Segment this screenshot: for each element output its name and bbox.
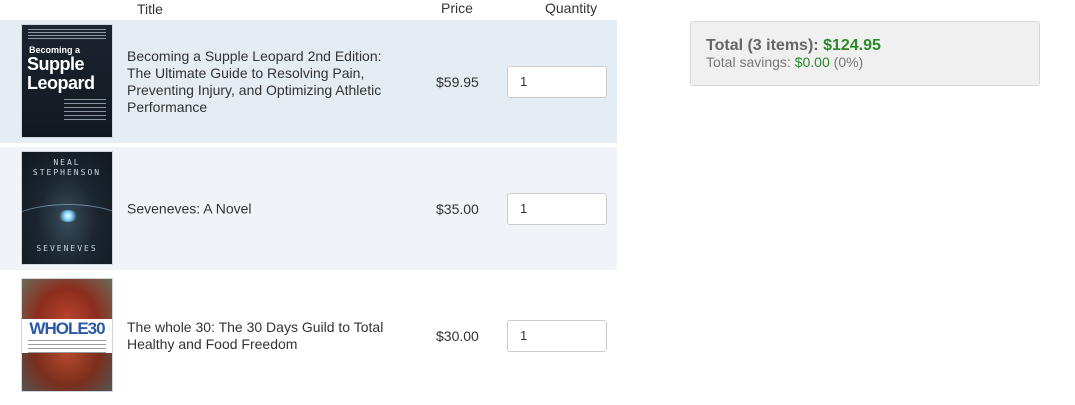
order-total: Total (3 items): $124.95 (706, 37, 1024, 54)
total-amount: $124.95 (823, 37, 881, 54)
item-price: $30.00 (436, 327, 479, 344)
book-cover-image[interactable]: Becoming a Supple Leopard (21, 24, 113, 138)
quantity-input[interactable] (507, 319, 607, 352)
quantity-input[interactable] (507, 192, 607, 225)
item-title-link[interactable]: Seveneves: A Novel (127, 200, 407, 217)
cover-line: Leopard (27, 73, 95, 93)
book-cover-image[interactable]: WHOLE30 (21, 278, 113, 392)
item-title-link[interactable]: The whole 30: The 30 Days Guild to Total… (127, 319, 407, 353)
cart-row: WHOLE30 The whole 30: The 30 Days Guild … (0, 274, 617, 397)
order-summary-panel: Total (3 items): $124.95 Total savings: … (690, 21, 1040, 86)
book-cover-image[interactable]: NEAL STEPHENSON SEVENEVES (21, 151, 113, 265)
cover-line: Supple (27, 54, 85, 74)
price-column-header: Price (441, 0, 473, 16)
title-column-header: Title (137, 1, 163, 17)
cover-author: NEAL STEPHENSON (32, 158, 102, 177)
item-title-link[interactable]: Becoming a Supple Leopard 2nd Edition: T… (127, 48, 407, 116)
item-price: $59.95 (436, 73, 479, 90)
cover-logo: WHOLE30 (29, 319, 105, 338)
quantity-column-header: Quantity (545, 0, 598, 16)
cover-title: SEVENEVES (36, 244, 98, 253)
cart-row: NEAL STEPHENSON SEVENEVES Seveneves: A N… (0, 147, 617, 270)
savings-percent: (0%) (833, 54, 864, 70)
savings-amount: $0.00 (794, 54, 830, 70)
savings-label: Total savings: (706, 54, 791, 70)
cart-header: Title Price Quantity (0, 0, 617, 20)
total-label: Total (3 items): (706, 37, 819, 54)
cart-table: Title Price Quantity Becoming a Supple L… (0, 0, 617, 401)
cart-row: Becoming a Supple Leopard Becoming a Sup… (0, 20, 617, 143)
item-price: $35.00 (436, 200, 479, 217)
quantity-input[interactable] (507, 65, 607, 98)
order-savings: Total savings: $0.00 (0%) (706, 54, 1024, 71)
